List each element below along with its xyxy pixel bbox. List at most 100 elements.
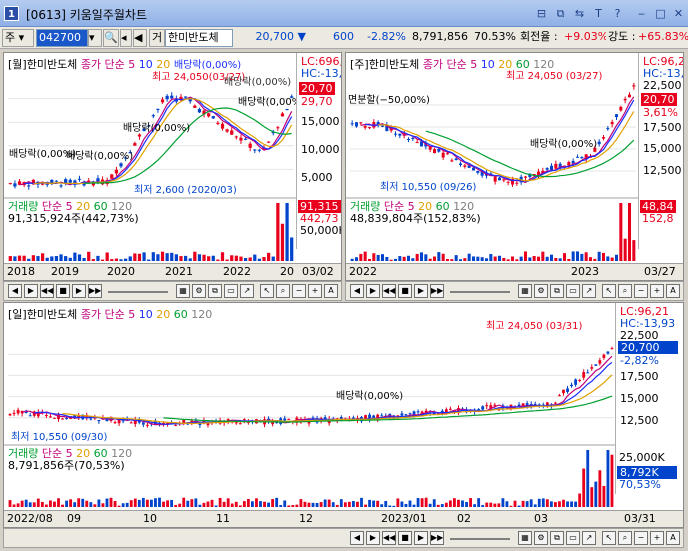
weekly-chart-pane[interactable]: [주]한미반도체 종가 단순 5 10 20 60 120 면분할(−50,00… [345, 52, 684, 281]
candle-body [160, 99, 165, 103]
candle-body [359, 122, 363, 124]
weekly-next-icon[interactable]: ▶▶ [430, 284, 444, 298]
daily-export-icon[interactable]: ↗ [582, 531, 596, 545]
monthly-chart-pane[interactable]: [월]한미반도체 종가 단순 5 10 20 60 120 배당락(0,00%)… [3, 52, 342, 281]
volume-bar [554, 502, 557, 507]
daily-draw-icon[interactable]: ▭ [566, 531, 580, 545]
volume-bar [436, 504, 440, 507]
monthly-zoom-slider[interactable] [108, 291, 168, 293]
volume-bar [154, 498, 157, 507]
volume-bar [255, 498, 258, 507]
weekly-copy-icon[interactable]: ⧉ [550, 284, 564, 298]
daily-minus-icon[interactable]: − [634, 531, 648, 545]
daily-settings-icon[interactable]: ⚙ [534, 531, 548, 545]
weekly-table-icon[interactable]: ▦ [518, 284, 532, 298]
volume-bar [505, 501, 509, 507]
volume-bar [44, 504, 48, 507]
candle-body [141, 422, 145, 425]
volume-bar [319, 502, 323, 507]
monthly-auto-icon[interactable]: A [324, 284, 338, 298]
maximize-button[interactable]: □ [653, 6, 668, 21]
monthly-magnify-icon[interactable]: ⌕ [276, 284, 290, 298]
market-select[interactable]: 주 ▾ [2, 29, 34, 47]
weekly-draw-icon[interactable]: ▭ [566, 284, 580, 298]
link-icon[interactable]: ⇆ [572, 6, 587, 21]
monthly-play-icon[interactable]: ▶ [72, 284, 86, 298]
layout-icon[interactable]: ⊟ [534, 6, 549, 21]
monthly-draw-icon[interactable]: ▭ [224, 284, 238, 298]
monthly-x-2020: 2020 [107, 265, 135, 278]
weekly-pointer-icon[interactable]: ↖ [602, 284, 616, 298]
monthly-copy-icon[interactable]: ⧉ [208, 284, 222, 298]
monthly-prev-icon[interactable]: ◀◀ [40, 284, 54, 298]
weekly-export-icon[interactable]: ↗ [582, 284, 596, 298]
code-dropdown-icon[interactable]: ▾ [88, 29, 102, 47]
weekly-title: [주]한미반도체 [350, 58, 420, 71]
weekly-auto-icon[interactable]: A [666, 284, 680, 298]
candle-body [354, 122, 359, 127]
volume-bar [40, 501, 44, 507]
close-button[interactable]: ✕ [671, 6, 686, 21]
volume-bar [145, 499, 149, 507]
daily-pointer-icon[interactable]: ↖ [602, 531, 616, 545]
minimize-button[interactable]: ‒ [634, 6, 649, 21]
monthly-next-icon[interactable]: ▶▶ [88, 284, 102, 298]
monthly-settings-icon[interactable]: ⚙ [192, 284, 206, 298]
volume-bar [419, 252, 424, 261]
volume-bar [367, 258, 372, 261]
daily-zoom-slider[interactable] [450, 538, 510, 540]
volume-bar [197, 254, 202, 261]
volume-bar [356, 501, 359, 507]
weekly-minus-icon[interactable]: − [634, 284, 648, 298]
volume-bar [619, 203, 623, 261]
daily-copy-icon[interactable]: ⧉ [550, 531, 564, 545]
prev-stock-icon[interactable]: ◂ [120, 29, 132, 47]
candle-body [602, 354, 606, 358]
daily-chart-pane[interactable]: [일]한미반도체 종가 단순 5 10 20 60 120 최고 24,050 … [3, 302, 684, 528]
monthly-minus-icon[interactable]: − [292, 284, 306, 298]
volume-bar [156, 254, 160, 261]
volume-bar [441, 253, 445, 261]
candle-body [253, 149, 257, 151]
candle-body [13, 183, 17, 187]
search-icon[interactable]: 🔍 [103, 29, 119, 47]
daily-auto-icon[interactable]: A [666, 531, 680, 545]
daily-magnify-icon[interactable]: ⌕ [618, 531, 632, 545]
monthly-pointer-icon[interactable]: ↖ [260, 284, 274, 298]
weekly-stop-icon[interactable]: ■ [398, 284, 412, 298]
weekly-magnify-icon[interactable]: ⌕ [618, 284, 632, 298]
volume-bar [216, 259, 220, 261]
weekly-scroll-left-icon[interactable]: ◀ [350, 284, 364, 298]
candle-body [8, 183, 12, 185]
volume-bar [12, 504, 16, 507]
help-icon[interactable]: ? [610, 6, 625, 21]
stock-sound-icon[interactable]: ◀ [133, 29, 147, 47]
daily-stop-icon[interactable]: ■ [398, 531, 412, 545]
code-input[interactable]: 042700 [36, 29, 88, 47]
daily-scroll-left-icon[interactable]: ◀ [350, 531, 364, 545]
text-icon[interactable]: T [591, 6, 606, 21]
weekly-plus-icon[interactable]: + [650, 284, 664, 298]
daily-first-icon[interactable]: ▶ [366, 531, 380, 545]
monthly-first-icon[interactable]: ▶ [24, 284, 38, 298]
weekly-prev-icon[interactable]: ◀◀ [382, 284, 396, 298]
weekly-play-icon[interactable]: ▶ [414, 284, 428, 298]
candle-body [280, 113, 285, 117]
daily-ma-label: 종가 단순 5 [80, 308, 136, 321]
monthly-plus-icon[interactable]: + [308, 284, 322, 298]
candle-body [606, 128, 610, 130]
weekly-zoom-slider[interactable] [450, 291, 510, 293]
daily-plus-icon[interactable]: + [650, 531, 664, 545]
restore-icon[interactable]: ⧉ [553, 6, 568, 21]
monthly-scroll-left-icon[interactable]: ◀ [8, 284, 22, 298]
weekly-settings-icon[interactable]: ⚙ [534, 284, 548, 298]
weekly-tick-17500: 17,500 [643, 121, 682, 134]
daily-next-icon[interactable]: ▶▶ [430, 531, 444, 545]
weekly-first-icon[interactable]: ▶ [366, 284, 380, 298]
daily-table-icon[interactable]: ▦ [518, 531, 532, 545]
daily-play-icon[interactable]: ▶ [414, 531, 428, 545]
daily-prev-icon[interactable]: ◀◀ [382, 531, 396, 545]
monthly-export-icon[interactable]: ↗ [240, 284, 254, 298]
monthly-table-icon[interactable]: ▦ [176, 284, 190, 298]
monthly-stop-icon[interactable]: ■ [56, 284, 70, 298]
